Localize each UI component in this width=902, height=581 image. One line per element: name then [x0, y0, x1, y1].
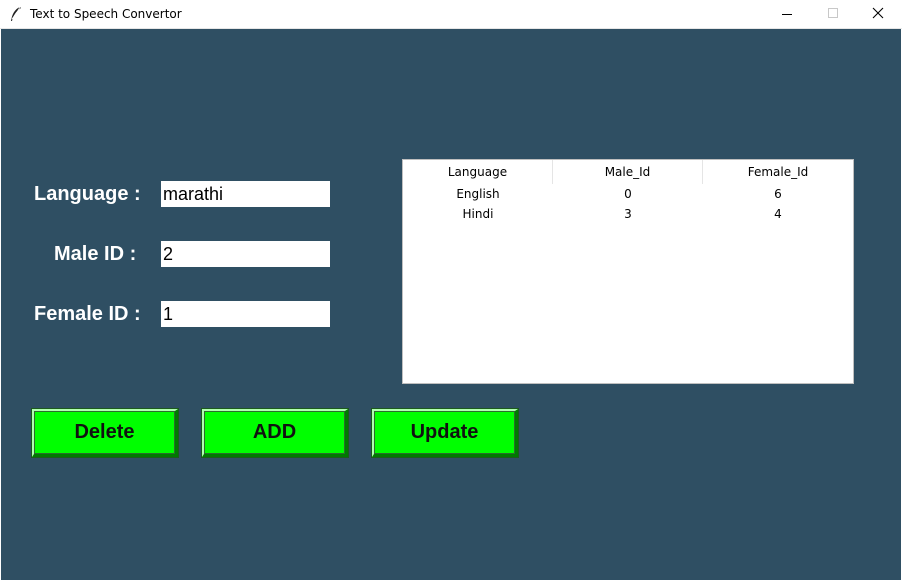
- minimize-icon: [782, 14, 792, 15]
- language-field[interactable]: [161, 181, 330, 207]
- update-button[interactable]: Update: [371, 408, 519, 458]
- voice-table[interactable]: Language Male_Id Female_Id English 0 6 H…: [402, 159, 854, 384]
- add-button[interactable]: ADD: [201, 408, 349, 458]
- close-button[interactable]: [856, 0, 902, 29]
- column-header-language[interactable]: Language: [403, 160, 553, 184]
- table-cell: 0: [624, 187, 632, 201]
- table-cell: 4: [774, 207, 782, 221]
- window-title: Text to Speech Convertor: [30, 7, 182, 21]
- table-cell: English: [456, 187, 500, 201]
- language-label: Language :: [34, 183, 141, 205]
- column-header-male-id[interactable]: Male_Id: [553, 160, 703, 184]
- table-header: Language Male_Id Female_Id: [403, 160, 853, 184]
- male-id-label: Male ID :: [54, 243, 137, 265]
- close-icon: [872, 7, 884, 19]
- male-id-field[interactable]: [161, 241, 330, 267]
- delete-button[interactable]: Delete: [31, 408, 179, 458]
- column-header-female-id[interactable]: Female_Id: [703, 160, 853, 184]
- minimize-button[interactable]: [764, 0, 810, 29]
- maximize-icon: [828, 8, 838, 18]
- female-id-field[interactable]: [161, 301, 330, 327]
- female-id-label: Female ID :: [34, 303, 141, 325]
- title-bar: Text to Speech Convertor: [0, 0, 902, 29]
- maximize-button[interactable]: [810, 0, 856, 29]
- table-cell: 6: [774, 187, 782, 201]
- table-cell: 3: [624, 207, 632, 221]
- table-cell: Hindi: [462, 207, 494, 221]
- feather-icon: [11, 6, 21, 21]
- table-row[interactable]: Hindi 3 4: [403, 204, 853, 224]
- main-panel: Language : Male ID : Female ID : Languag…: [1, 29, 901, 580]
- table-row[interactable]: English 0 6: [403, 184, 853, 204]
